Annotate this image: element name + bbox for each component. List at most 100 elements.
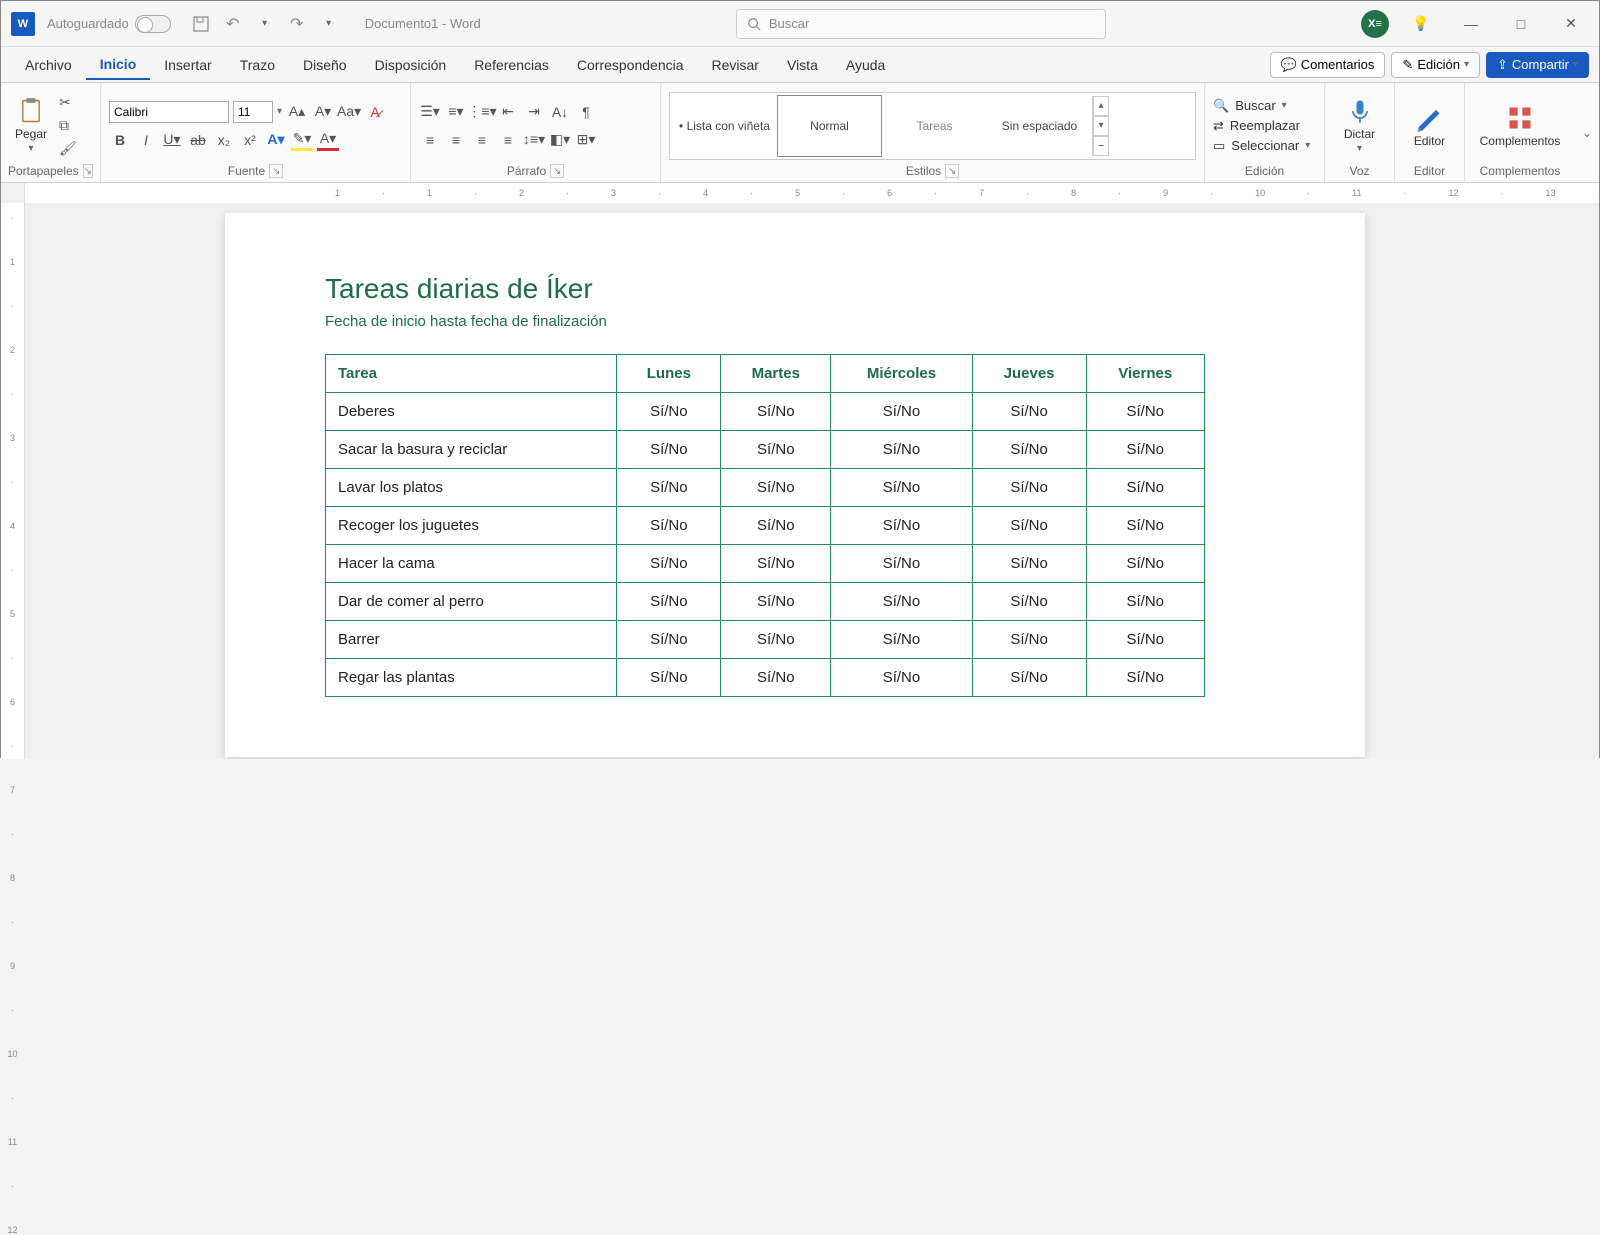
task-day-cell[interactable]: Sí/No <box>721 583 831 621</box>
editor-button[interactable]: Editor <box>1408 102 1451 150</box>
numbering-icon[interactable]: ≡▾ <box>445 101 467 123</box>
save-icon[interactable] <box>191 14 211 34</box>
task-name-cell[interactable]: Dar de comer al perro <box>326 583 617 621</box>
task-name-cell[interactable]: Recoger los juguetes <box>326 507 617 545</box>
tab-revisar[interactable]: Revisar <box>698 51 773 79</box>
task-day-cell[interactable]: Sí/No <box>831 469 972 507</box>
task-day-cell[interactable]: Sí/No <box>1086 583 1205 621</box>
task-day-cell[interactable]: Sí/No <box>617 583 721 621</box>
maximize-button[interactable]: □ <box>1503 10 1539 38</box>
style-item-tareas[interactable]: Tareas <box>882 95 987 157</box>
estilos-dialog-launcher[interactable]: ↘ <box>945 164 959 178</box>
tab-ayuda[interactable]: Ayuda <box>832 51 899 79</box>
table-row[interactable]: Recoger los juguetesSí/NoSí/NoSí/NoSí/No… <box>326 507 1205 545</box>
highlight-icon[interactable]: ✎▾ <box>291 129 313 151</box>
table-row[interactable]: Sacar la basura y reciclarSí/NoSí/NoSí/N… <box>326 431 1205 469</box>
table-header[interactable]: Tarea <box>326 355 617 393</box>
task-day-cell[interactable]: Sí/No <box>972 621 1086 659</box>
tab-disposicion[interactable]: Disposición <box>361 51 461 79</box>
table-row[interactable]: Lavar los platosSí/NoSí/NoSí/NoSí/NoSí/N… <box>326 469 1205 507</box>
font-color-icon[interactable]: A▾ <box>317 129 339 151</box>
font-name-select[interactable] <box>109 101 229 123</box>
align-right-icon[interactable]: ≡ <box>471 129 493 151</box>
increase-font-icon[interactable]: A▴ <box>286 101 308 123</box>
task-day-cell[interactable]: Sí/No <box>1086 507 1205 545</box>
portapapeles-dialog-launcher[interactable]: ↘ <box>83 164 93 178</box>
hint-icon[interactable]: 💡 <box>1403 10 1439 38</box>
autosave-toggle[interactable] <box>135 15 171 33</box>
tab-correspondencia[interactable]: Correspondencia <box>563 51 698 79</box>
styles-scroll-up[interactable]: ▴ <box>1093 96 1109 116</box>
addins-button[interactable]: Complementos <box>1474 102 1567 150</box>
task-name-cell[interactable]: Hacer la cama <box>326 545 617 583</box>
task-day-cell[interactable]: Sí/No <box>831 545 972 583</box>
dictate-button[interactable]: Dictar ▾ <box>1338 95 1381 156</box>
italic-icon[interactable]: I <box>135 129 157 151</box>
task-day-cell[interactable]: Sí/No <box>617 659 721 697</box>
shading-icon[interactable]: ◧▾ <box>549 129 571 151</box>
qat-customize-icon[interactable]: ▾ <box>319 14 339 34</box>
task-day-cell[interactable]: Sí/No <box>721 431 831 469</box>
tab-archivo[interactable]: Archivo <box>11 51 86 79</box>
copy-icon[interactable]: ⧉ <box>59 117 77 134</box>
table-row[interactable]: Hacer la camaSí/NoSí/NoSí/NoSí/NoSí/No <box>326 545 1205 583</box>
task-day-cell[interactable]: Sí/No <box>617 431 721 469</box>
document-page[interactable]: Tareas diarias de Íker Fecha de inicio h… <box>225 213 1365 757</box>
page-subtitle[interactable]: Fecha de inicio hasta fecha de finalizac… <box>325 313 1265 330</box>
task-name-cell[interactable]: Sacar la basura y reciclar <box>326 431 617 469</box>
styles-expand[interactable]: ⎯ <box>1093 136 1109 156</box>
task-day-cell[interactable]: Sí/No <box>721 507 831 545</box>
tasks-table[interactable]: TareaLunesMartesMiércolesJuevesViernes D… <box>325 354 1205 697</box>
task-name-cell[interactable]: Lavar los platos <box>326 469 617 507</box>
table-row[interactable]: Regar las plantasSí/NoSí/NoSí/NoSí/NoSí/… <box>326 659 1205 697</box>
task-day-cell[interactable]: Sí/No <box>972 431 1086 469</box>
task-day-cell[interactable]: Sí/No <box>617 393 721 431</box>
change-case-icon[interactable]: Aa▾ <box>338 101 360 123</box>
justify-icon[interactable]: ≡ <box>497 129 519 151</box>
task-day-cell[interactable]: Sí/No <box>1086 469 1205 507</box>
minimize-button[interactable]: — <box>1453 10 1489 38</box>
align-left-icon[interactable]: ≡ <box>419 129 441 151</box>
superscript-icon[interactable]: x² <box>239 129 261 151</box>
tab-inicio[interactable]: Inicio <box>86 50 151 80</box>
clear-formatting-icon[interactable]: A̷ <box>364 101 386 123</box>
task-day-cell[interactable]: Sí/No <box>831 393 972 431</box>
undo-dropdown-icon[interactable]: ▾ <box>255 14 275 34</box>
fuente-dialog-launcher[interactable]: ↘ <box>269 164 283 178</box>
task-day-cell[interactable]: Sí/No <box>617 469 721 507</box>
task-day-cell[interactable]: Sí/No <box>617 507 721 545</box>
font-size-select[interactable] <box>233 101 273 123</box>
table-header[interactable]: Lunes <box>617 355 721 393</box>
style-item-normal[interactable]: Normal <box>777 95 882 157</box>
task-day-cell[interactable]: Sí/No <box>972 583 1086 621</box>
table-header[interactable]: Viernes <box>1086 355 1205 393</box>
decrease-font-icon[interactable]: A▾ <box>312 101 334 123</box>
task-day-cell[interactable]: Sí/No <box>972 469 1086 507</box>
subscript-icon[interactable]: x₂ <box>213 129 235 151</box>
strikethrough-icon[interactable]: ab <box>187 129 209 151</box>
task-day-cell[interactable]: Sí/No <box>721 621 831 659</box>
table-row[interactable]: BarrerSí/NoSí/NoSí/NoSí/NoSí/No <box>326 621 1205 659</box>
parrafo-dialog-launcher[interactable]: ↘ <box>550 164 564 178</box>
increase-indent-icon[interactable]: ⇥ <box>523 101 545 123</box>
task-day-cell[interactable]: Sí/No <box>972 507 1086 545</box>
tab-referencias[interactable]: Referencias <box>460 51 563 79</box>
close-button[interactable]: ✕ <box>1553 10 1589 38</box>
task-day-cell[interactable]: Sí/No <box>972 545 1086 583</box>
table-row[interactable]: DeberesSí/NoSí/NoSí/NoSí/NoSí/No <box>326 393 1205 431</box>
multilevel-list-icon[interactable]: ⋮≡▾ <box>471 101 493 123</box>
paste-button[interactable]: Pegar ▾ <box>9 95 53 156</box>
tab-diseno[interactable]: Diseño <box>289 51 361 79</box>
page-title[interactable]: Tareas diarias de Íker <box>325 273 1265 305</box>
page-scroll-area[interactable]: Tareas diarias de Íker Fecha de inicio h… <box>25 203 1599 759</box>
task-day-cell[interactable]: Sí/No <box>1086 621 1205 659</box>
table-header[interactable]: Jueves <box>972 355 1086 393</box>
align-center-icon[interactable]: ≡ <box>445 129 467 151</box>
horizontal-ruler[interactable]: 1·1·2·3·4·5·6·7·8·9·10·11·12·13·14·15·16… <box>25 183 1599 203</box>
style-item-sinespaciado[interactable]: Sin espaciado <box>987 95 1092 157</box>
select-button[interactable]: ▭ Seleccionar ▾ <box>1213 138 1310 154</box>
decrease-indent-icon[interactable]: ⇤ <box>497 101 519 123</box>
task-day-cell[interactable]: Sí/No <box>1086 431 1205 469</box>
task-name-cell[interactable]: Barrer <box>326 621 617 659</box>
replace-button[interactable]: ⇄ Reemplazar <box>1213 118 1300 134</box>
